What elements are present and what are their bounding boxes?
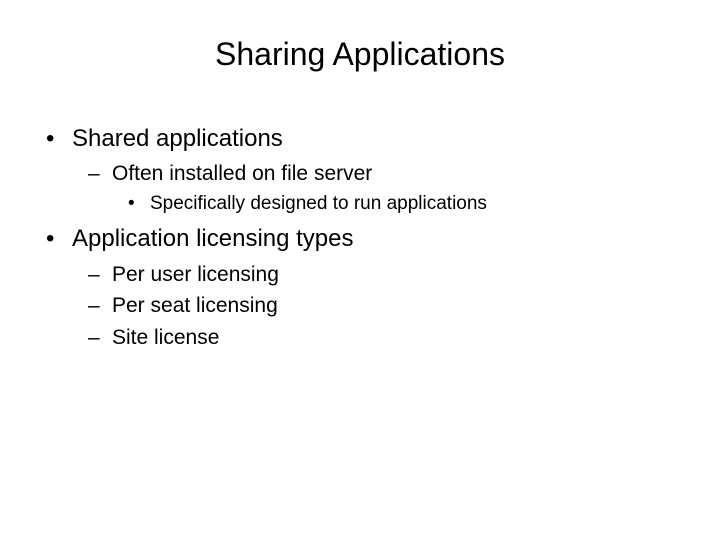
bullet-list-level-3: Specifically designed to run application…: [112, 191, 690, 218]
bullet-list-level-2: Often installed on file server Specifica…: [72, 159, 690, 217]
slide-title: Sharing Applications: [0, 0, 720, 73]
list-item: Often installed on file server Specifica…: [72, 159, 690, 217]
list-item-text: Application licensing types: [72, 225, 354, 252]
slide-body: Shared applications Often installed on f…: [0, 73, 720, 352]
list-item: Per seat licensing: [72, 291, 690, 320]
list-item-text: Shared applications: [72, 125, 283, 152]
list-item: Application licensing types Per user lic…: [30, 223, 690, 352]
slide: Sharing Applications Shared applications…: [0, 0, 720, 540]
list-item: Specifically designed to run application…: [112, 191, 690, 218]
list-item-text: Per seat licensing: [112, 294, 278, 317]
list-item-text: Per user licensing: [112, 263, 279, 286]
bullet-list-level-2: Per user licensing Per seat licensing Si…: [72, 260, 690, 352]
list-item-text: Specifically designed to run application…: [150, 193, 487, 214]
list-item-text: Site license: [112, 326, 219, 349]
bullet-list-level-1: Shared applications Often installed on f…: [30, 123, 690, 352]
list-item-text: Often installed on file server: [112, 162, 372, 185]
list-item: Site license: [72, 323, 690, 352]
list-item: Per user licensing: [72, 260, 690, 289]
list-item: Shared applications Often installed on f…: [30, 123, 690, 217]
